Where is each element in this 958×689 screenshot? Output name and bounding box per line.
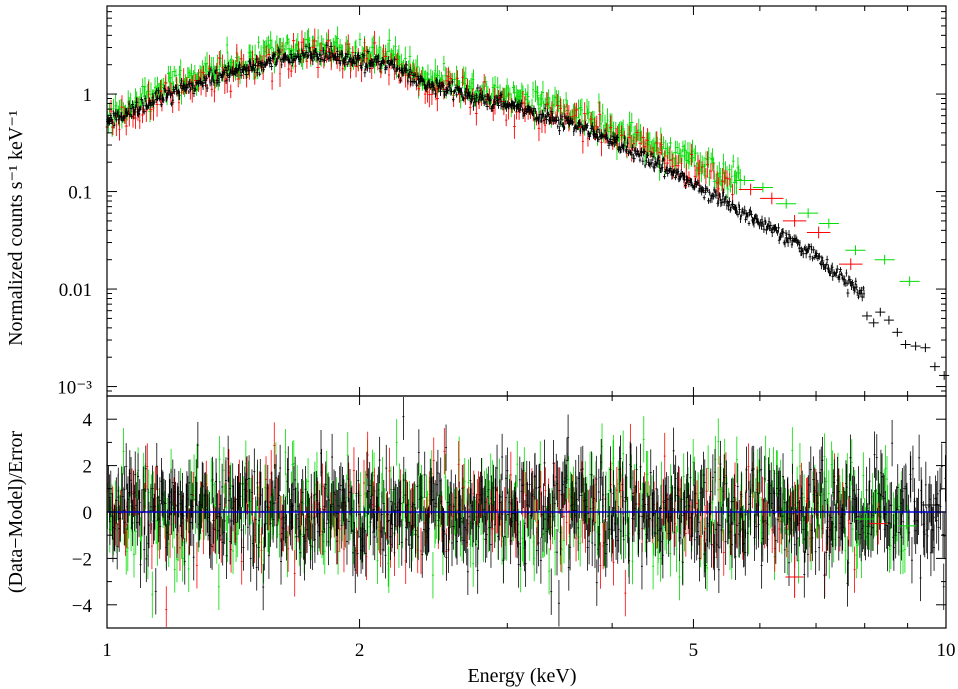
red-data-binned — [738, 183, 863, 271]
green-data-series — [105, 26, 742, 200]
top-panel-data — [105, 26, 950, 380]
green-data-binned — [734, 175, 920, 287]
bottom-panel-data — [106, 397, 947, 627]
black-data-binned — [861, 307, 950, 380]
red-data-series — [105, 28, 734, 206]
spectrum-figure: 1 2 5 1010.10.0110⁻³420−2−4 Normalized coun… — [5, 5, 956, 687]
